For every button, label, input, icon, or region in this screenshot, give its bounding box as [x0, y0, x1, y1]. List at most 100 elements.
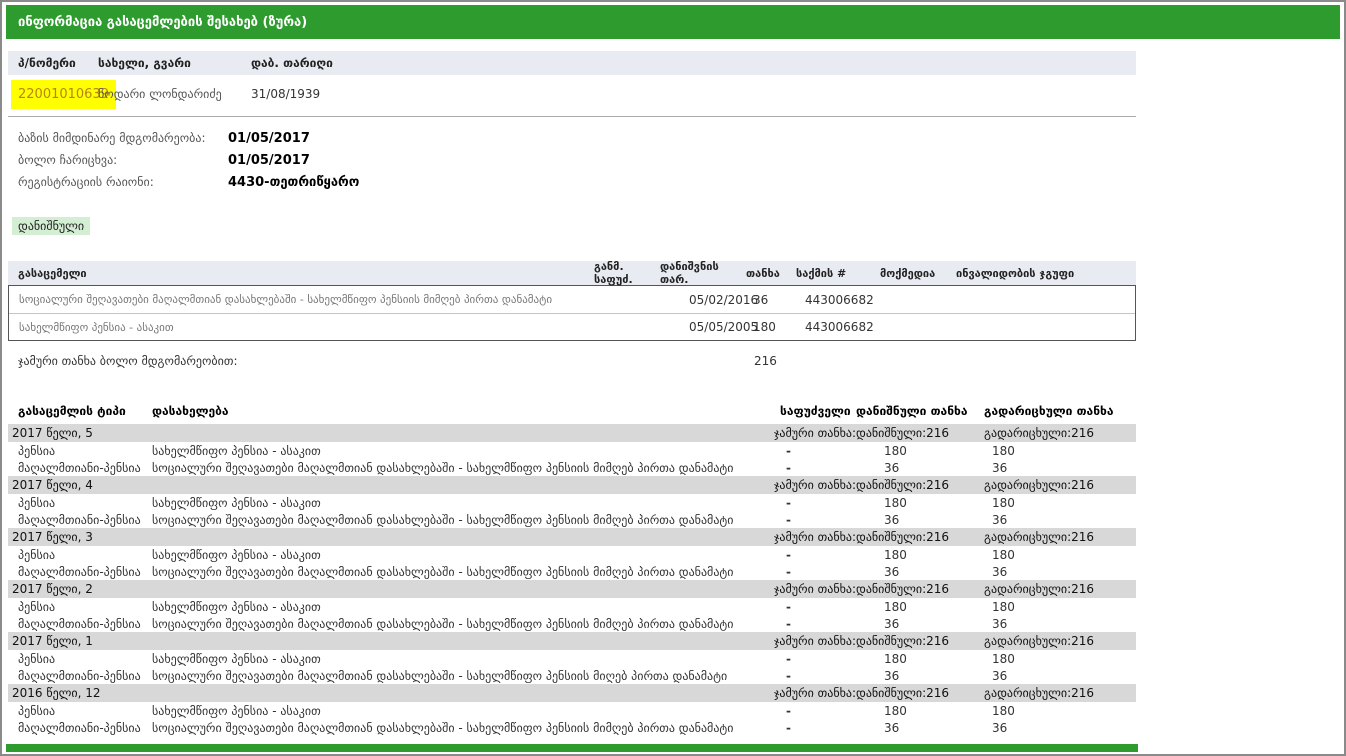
column-header-name: სახელი, გვარი	[98, 56, 251, 70]
history-row: მაღალმთიანი-პენსიასოციალური შეღავათები მ…	[8, 719, 1136, 736]
history-group-rows: პენსიასახელმწიფო პენსია - ასაკით - 180 1…	[8, 546, 1136, 580]
payment-basis: -	[776, 617, 856, 631]
period-label: 2017 წელი, 2	[12, 582, 93, 596]
info-value: 01/05/2017	[228, 153, 310, 168]
payment-assignment-date: 05/05/2005	[659, 320, 745, 334]
info-label: ბაზის მიმდინარე მდგომარეობა:	[8, 131, 228, 145]
period-label: 2017 წელი, 3	[12, 530, 93, 544]
payment-name: სოციალური შეღავათები მაღალმთიან დასახლებ…	[152, 721, 733, 735]
payment-transferred-amount: 180	[976, 652, 1136, 666]
payment-type: პენსია	[18, 600, 152, 614]
payment-assigned-amount: 36	[856, 461, 976, 475]
history-row-left: პენსიასახელმწიფო პენსია - ასაკით	[8, 704, 776, 718]
period-total-assigned: დანიშნული:216	[856, 582, 976, 596]
app-window: ინფორმაცია გასაცემლების შესახებ (ზურა) პ…	[0, 0, 1346, 756]
period-total-label: ჯამური თანხა:	[774, 426, 856, 440]
payment-assigned-amount: 36	[856, 513, 976, 527]
period-total-label: ჯამური თანხა:	[774, 634, 856, 648]
period-row-left: 2017 წელი, 4 ჯამური თანხა:	[8, 478, 856, 492]
period-total-transferred: გადარიცხული:216	[976, 582, 1136, 596]
payment-basis: -	[776, 704, 856, 718]
column-header-assignment-date: დანიშვნის თარ.	[660, 260, 746, 286]
payment-name: სახელმწიფო პენსია - ასაკით	[152, 600, 321, 614]
period-total-label: ჯამური თანხა:	[774, 530, 856, 544]
payment-type: მაღალმთიანი-პენსია	[18, 721, 152, 735]
payment-name: სახელმწიფო პენსია - ასაკით	[152, 444, 321, 458]
payment-name: სოციალური შეღავათები მაღალმთიან დასახლებ…	[152, 617, 733, 631]
history-row-left: მაღალმთიანი-პენსიასოციალური შეღავათები მ…	[8, 721, 776, 735]
payment-assigned-amount: 180	[856, 548, 976, 562]
assigned-badge: დანიშნული	[12, 217, 90, 235]
history-group-rows: პენსიასახელმწიფო პენსია - ასაკით - 180 1…	[8, 702, 1136, 736]
payment-name: სოციალური შეღავათები მაღალმთიან დასახლებ…	[152, 669, 727, 683]
period-row-left: 2017 წელი, 5 ჯამური თანხა:	[8, 426, 856, 440]
history-group-rows: პენსიასახელმწიფო პენსია - ასაკით - 180 1…	[8, 650, 1136, 684]
bottom-section-bar	[6, 744, 1138, 752]
payment-transferred-amount: 36	[976, 461, 1136, 475]
period-total-transferred: გადარიცხული:216	[976, 530, 1136, 544]
history-row: პენსიასახელმწიფო პენსია - ასაკით - 180 1…	[8, 702, 1136, 719]
period-total-label: ჯამური თანხა:	[774, 686, 856, 700]
history-group: 2017 წელი, 3 ჯამური თანხა: დანიშნული:216…	[8, 528, 1136, 580]
payment-transferred-amount: 180	[976, 548, 1136, 562]
period-row: 2017 წელი, 5 ჯამური თანხა: დანიშნული:216…	[8, 424, 1136, 442]
period-total-label: ჯამური თანხა:	[774, 582, 856, 596]
period-total-assigned: დანიშნული:216	[856, 634, 976, 648]
payment-type: პენსია	[18, 496, 152, 510]
period-row: 2017 წელი, 4 ჯამური თანხა: დანიშნული:216…	[8, 476, 1136, 494]
history-row-left: მაღალმთიანი-პენსიასოციალური შეღავათები მ…	[8, 669, 776, 683]
payment-type: პენსია	[18, 548, 152, 562]
payment-type: მაღალმთიანი-პენსია	[18, 565, 152, 579]
history-row: მაღალმთიანი-პენსიასოციალური შეღავათები მ…	[8, 667, 1136, 684]
history-row-left: მაღალმთიანი-პენსიასოციალური შეღავათები მ…	[8, 461, 776, 475]
payment-name: სოციალური შეღავათები მაღალმთიან დასახლებ…	[9, 293, 593, 306]
column-header-payment: გასაცემელი	[8, 267, 594, 280]
payment-assigned-amount: 180	[856, 600, 976, 614]
payment-transferred-amount: 36	[976, 721, 1136, 735]
history-table-header: გასაცემლის ტიპი დასახელება საფუძველი დან…	[8, 398, 1136, 424]
history-group: 2016 წელი, 12 ჯამური თანხა: დანიშნული:21…	[8, 684, 1136, 736]
payment-transferred-amount: 180	[976, 704, 1136, 718]
total-value: 216	[746, 354, 796, 368]
history-row-left: პენსიასახელმწიფო პენსია - ასაკით	[8, 444, 776, 458]
payment-name: სახელმწიფო პენსია - ასაკით	[9, 321, 593, 334]
period-row-left: 2017 წელი, 2 ჯამური თანხა:	[8, 582, 856, 596]
column-header-amount: თანხა	[746, 267, 796, 280]
payment-type: პენსია	[18, 652, 152, 666]
payment-assignment-date: 05/02/2016	[659, 293, 745, 307]
payment-name: სახელმწიფო პენსია - ასაკით	[152, 548, 321, 562]
history-row: მაღალმთიანი-პენსიასოციალური შეღავათები მ…	[8, 459, 1136, 476]
period-total-transferred: გადარიცხული:216	[976, 634, 1136, 648]
payment-assigned-amount: 36	[856, 669, 976, 683]
assigned-table-body: სოციალური შეღავათები მაღალმთიან დასახლებ…	[8, 285, 1136, 341]
payment-basis: -	[776, 548, 856, 562]
payment-name: სოციალური შეღავათები მაღალმთიან დასახლებ…	[152, 461, 733, 475]
payment-basis: -	[776, 669, 856, 683]
column-header-disability-group: ინვალიდობის ჯგუფი	[956, 267, 1136, 280]
period-label: 2016 წელი, 12	[12, 686, 101, 700]
period-row: 2016 წელი, 12 ჯამური თანხა: დანიშნული:21…	[8, 684, 1136, 702]
history-group-rows: პენსიასახელმწიფო პენსია - ასაკით - 180 1…	[8, 442, 1136, 476]
payment-name: სოციალური შეღავათები მაღალმთიან დასახლებ…	[152, 513, 733, 527]
payment-type: მაღალმთიანი-პენსია	[18, 617, 152, 631]
payment-assigned-amount: 180	[856, 496, 976, 510]
column-header-active: მოქმედია	[880, 267, 956, 280]
period-total-assigned: დანიშნული:216	[856, 426, 976, 440]
assigned-total-row: ჯამური თანხა ბოლო მდგომარეობით: 216	[8, 354, 1136, 368]
payment-basis: -	[776, 565, 856, 579]
payment-transferred-amount: 36	[976, 669, 1136, 683]
payment-basis: -	[776, 513, 856, 527]
history-group: 2017 წელი, 2 ჯამური თანხა: დანიშნული:216…	[8, 580, 1136, 632]
person-name: ნოდარი ლონდარიძე	[98, 87, 251, 101]
payment-amount: 180	[745, 320, 795, 334]
history-row-left: პენსიასახელმწიფო პენსია - ასაკით	[8, 496, 776, 510]
payment-amount: 36	[745, 293, 795, 307]
payment-transferred-amount: 180	[976, 600, 1136, 614]
payment-case-number: 443006682	[795, 320, 879, 334]
period-total-assigned: დანიშნული:216	[856, 686, 976, 700]
period-label: 2017 წელი, 4	[12, 478, 93, 492]
payment-basis: -	[776, 600, 856, 614]
period-total-transferred: გადარიცხული:216	[976, 686, 1136, 700]
period-row: 2017 წელი, 3 ჯამური თანხა: დანიშნული:216…	[8, 528, 1136, 546]
history-group: 2017 წელი, 1 ჯამური თანხა: დანიშნული:216…	[8, 632, 1136, 684]
